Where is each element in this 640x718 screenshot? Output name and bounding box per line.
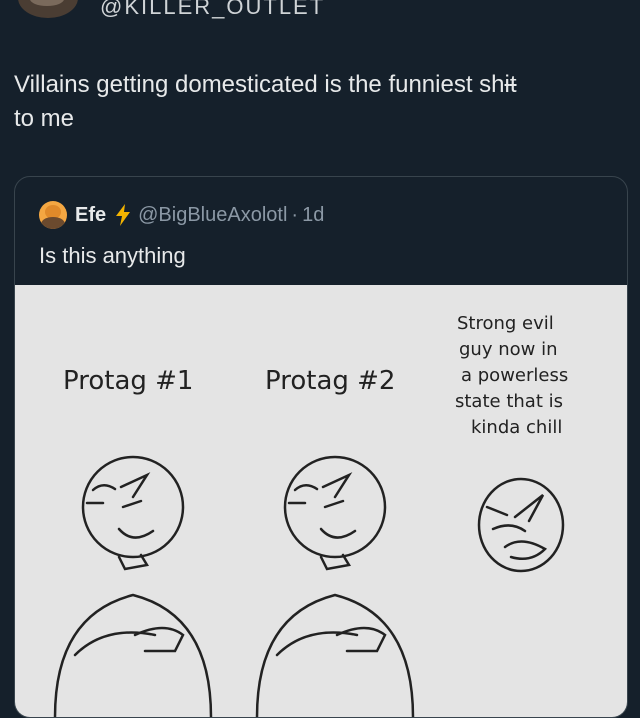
caption-line: state that is (455, 391, 563, 412)
caption: Strong evil guy now in a powerless state… (455, 313, 568, 438)
quoted-author-name[interactable]: Efe (75, 204, 106, 227)
top-strip: @KILLER_OUTLET (0, 0, 640, 20)
label-protag-2: Protag #2 (265, 366, 395, 396)
quoted-author-handle[interactable]: @BigBlueAxolotl (138, 204, 287, 227)
comic-image[interactable]: Protag #1 Protag #2 Strong evil guy now … (15, 285, 627, 717)
quoted-timestamp[interactable]: 1d (302, 204, 324, 227)
caption-line: Strong evil (457, 313, 554, 334)
caption-line: a powerless (461, 365, 568, 386)
quoted-tweet-text: Is this anything (39, 243, 186, 268)
caption-line: kinda chill (471, 417, 562, 438)
dot-separator: · (291, 203, 299, 226)
tweet-text: Villains getting domesticated is the fun… (14, 68, 626, 136)
quoted-tweet-header: Efe @BigBlueAxolotl · 1d (39, 201, 324, 229)
caption-line: guy now in (459, 339, 557, 360)
protag-2-drawing (255, 455, 415, 717)
censored-letter: it (504, 71, 517, 98)
villain-drawing (477, 477, 565, 573)
quoted-tweet-card[interactable]: Efe @BigBlueAxolotl · 1d Is this anythin… (14, 176, 628, 718)
author-avatar[interactable] (18, 0, 78, 18)
protag-1-drawing (53, 455, 213, 717)
tweet-line-1: Villains getting domesticated is the fun… (14, 71, 517, 98)
avatar[interactable] (39, 201, 67, 229)
lightning-bolt-icon (114, 204, 132, 226)
author-handle[interactable]: @KILLER_OUTLET (100, 0, 325, 20)
label-protag-1: Protag #1 (63, 366, 193, 396)
tweet-line-2: to me (14, 105, 75, 132)
